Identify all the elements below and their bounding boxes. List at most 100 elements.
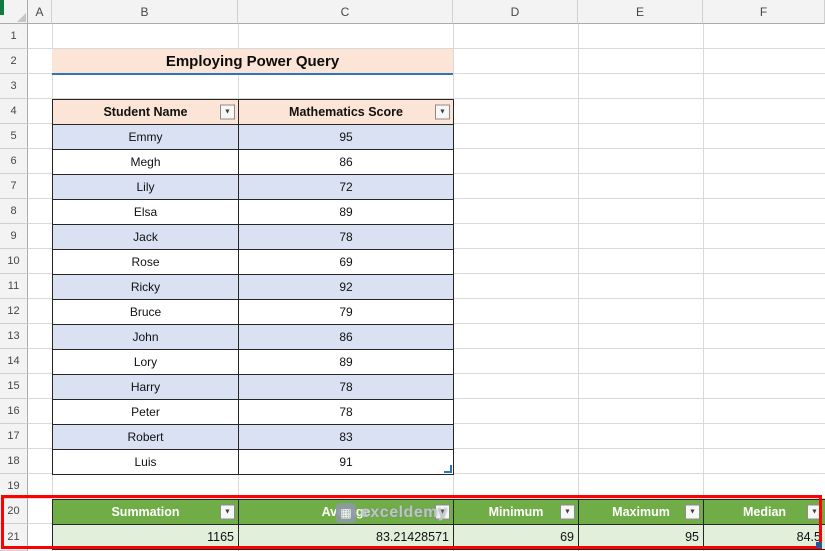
select-all-corner[interactable] [0, 0, 28, 24]
average-header-cell[interactable]: Average ▼ [239, 500, 454, 525]
row-header-20[interactable]: 20 [0, 499, 28, 524]
student-name-header-label: Student Name [103, 105, 188, 119]
summary-header-row: Summation ▼ Average ▼ Minimum ▼ Maximum … [53, 500, 825, 525]
student-name-cell[interactable]: Rose [53, 250, 239, 275]
row-header-8[interactable]: 8 [0, 199, 28, 224]
summary-table: Summation ▼ Average ▼ Minimum ▼ Maximum … [52, 499, 825, 550]
minimum-header-cell[interactable]: Minimum ▼ [454, 500, 579, 525]
table-row: Lily 72 [53, 175, 454, 200]
table-row: Bruce 79 [53, 300, 454, 325]
row-header-12[interactable]: 12 [0, 299, 28, 324]
table-row: Lory 89 [53, 350, 454, 375]
score-cell[interactable]: 69 [239, 250, 454, 275]
row-header-10[interactable]: 10 [0, 249, 28, 274]
table-row: Robert 83 [53, 425, 454, 450]
maximum-header-cell[interactable]: Maximum ▼ [579, 500, 704, 525]
student-name-cell[interactable]: Elsa [53, 200, 239, 225]
filter-button-student-name[interactable]: ▼ [220, 104, 235, 120]
row-header-9[interactable]: 9 [0, 224, 28, 249]
row-header-15[interactable]: 15 [0, 374, 28, 399]
row-header-16[interactable]: 16 [0, 399, 28, 424]
window-edge [0, 0, 4, 15]
median-header-label: Median [742, 505, 787, 519]
score-cell[interactable]: 79 [239, 300, 454, 325]
student-table-header-row: Student Name ▼ Mathematics Score ▼ [53, 100, 454, 125]
select-all-triangle [17, 13, 26, 22]
minimum-header-label: Minimum [488, 505, 544, 519]
filter-button-maximum[interactable]: ▼ [685, 504, 700, 520]
excel-spreadsheet: A B C D E F 1 2 3 4 5 6 7 8 9 10 11 12 1… [0, 0, 825, 551]
math-score-header-cell[interactable]: Mathematics Score ▼ [239, 100, 454, 125]
student-name-cell[interactable]: Jack [53, 225, 239, 250]
student-name-cell[interactable]: Bruce [53, 300, 239, 325]
score-cell[interactable]: 89 [239, 350, 454, 375]
table-row: Peter 78 [53, 400, 454, 425]
student-name-cell[interactable]: Megh [53, 150, 239, 175]
summation-header-cell[interactable]: Summation ▼ [53, 500, 239, 525]
row-header-13[interactable]: 13 [0, 324, 28, 349]
student-name-cell[interactable]: John [53, 325, 239, 350]
student-name-cell[interactable]: Lily [53, 175, 239, 200]
column-header-f[interactable]: F [703, 0, 825, 24]
filter-button-median[interactable]: ▼ [807, 504, 822, 520]
score-cell[interactable]: 78 [239, 375, 454, 400]
column-header-d[interactable]: D [453, 0, 578, 24]
table-row: Elsa 89 [53, 200, 454, 225]
filter-button-summation[interactable]: ▼ [220, 504, 235, 520]
column-header-b[interactable]: B [52, 0, 238, 24]
score-cell[interactable]: 72 [239, 175, 454, 200]
row-header-14[interactable]: 14 [0, 349, 28, 374]
filter-button-minimum[interactable]: ▼ [560, 504, 575, 520]
student-name-cell[interactable]: Luis [53, 450, 239, 475]
row-header-5[interactable]: 5 [0, 124, 28, 149]
math-score-header-label: Mathematics Score [289, 105, 403, 119]
column-header-c[interactable]: C [238, 0, 453, 24]
score-cell[interactable]: 89 [239, 200, 454, 225]
score-cell[interactable]: 92 [239, 275, 454, 300]
filter-button-math-score[interactable]: ▼ [435, 104, 450, 120]
fill-handle[interactable] [816, 542, 822, 548]
score-cell[interactable]: 91 [239, 450, 454, 475]
gridline-vertical [703, 24, 704, 551]
student-table: Student Name ▼ Mathematics Score ▼ Emmy … [52, 99, 454, 475]
student-name-header-cell[interactable]: Student Name ▼ [53, 100, 239, 125]
table-resize-handle[interactable] [444, 465, 452, 473]
row-header-2[interactable]: 2 [0, 49, 28, 74]
median-header-cell[interactable]: Median ▼ [704, 500, 825, 525]
column-header-a[interactable]: A [28, 0, 52, 24]
row-header-4[interactable]: 4 [0, 99, 28, 124]
student-name-cell[interactable]: Emmy [53, 125, 239, 150]
student-name-cell[interactable]: Lory [53, 350, 239, 375]
maximum-value-cell[interactable]: 95 [579, 525, 704, 550]
maximum-header-label: Maximum [612, 505, 670, 519]
minimum-value-cell[interactable]: 69 [454, 525, 579, 550]
row-header-21[interactable]: 21 [0, 524, 28, 551]
row-header-1[interactable]: 1 [0, 24, 28, 49]
table-row: Rose 69 [53, 250, 454, 275]
summation-value-cell[interactable]: 1165 [53, 525, 239, 550]
worksheet-title[interactable]: Employing Power Query [52, 49, 453, 75]
median-value-cell[interactable]: 84.5 [704, 525, 825, 550]
score-cell[interactable]: 78 [239, 225, 454, 250]
table-row: John 86 [53, 325, 454, 350]
student-name-cell[interactable]: Peter [53, 400, 239, 425]
student-name-cell[interactable]: Ricky [53, 275, 239, 300]
row-header-3[interactable]: 3 [0, 74, 28, 99]
row-header-19[interactable]: 19 [0, 474, 28, 499]
score-cell[interactable]: 95 [239, 125, 454, 150]
row-header-6[interactable]: 6 [0, 149, 28, 174]
score-cell[interactable]: 83 [239, 425, 454, 450]
student-name-cell[interactable]: Robert [53, 425, 239, 450]
filter-button-average[interactable]: ▼ [435, 504, 450, 520]
score-cell[interactable]: 86 [239, 150, 454, 175]
row-header-11[interactable]: 11 [0, 274, 28, 299]
summation-header-label: Summation [111, 505, 180, 519]
row-header-18[interactable]: 18 [0, 449, 28, 474]
average-value-cell[interactable]: 83.21428571 [239, 525, 454, 550]
score-cell[interactable]: 86 [239, 325, 454, 350]
column-header-e[interactable]: E [578, 0, 703, 24]
student-name-cell[interactable]: Harry [53, 375, 239, 400]
row-header-17[interactable]: 17 [0, 424, 28, 449]
score-cell[interactable]: 78 [239, 400, 454, 425]
row-header-7[interactable]: 7 [0, 174, 28, 199]
